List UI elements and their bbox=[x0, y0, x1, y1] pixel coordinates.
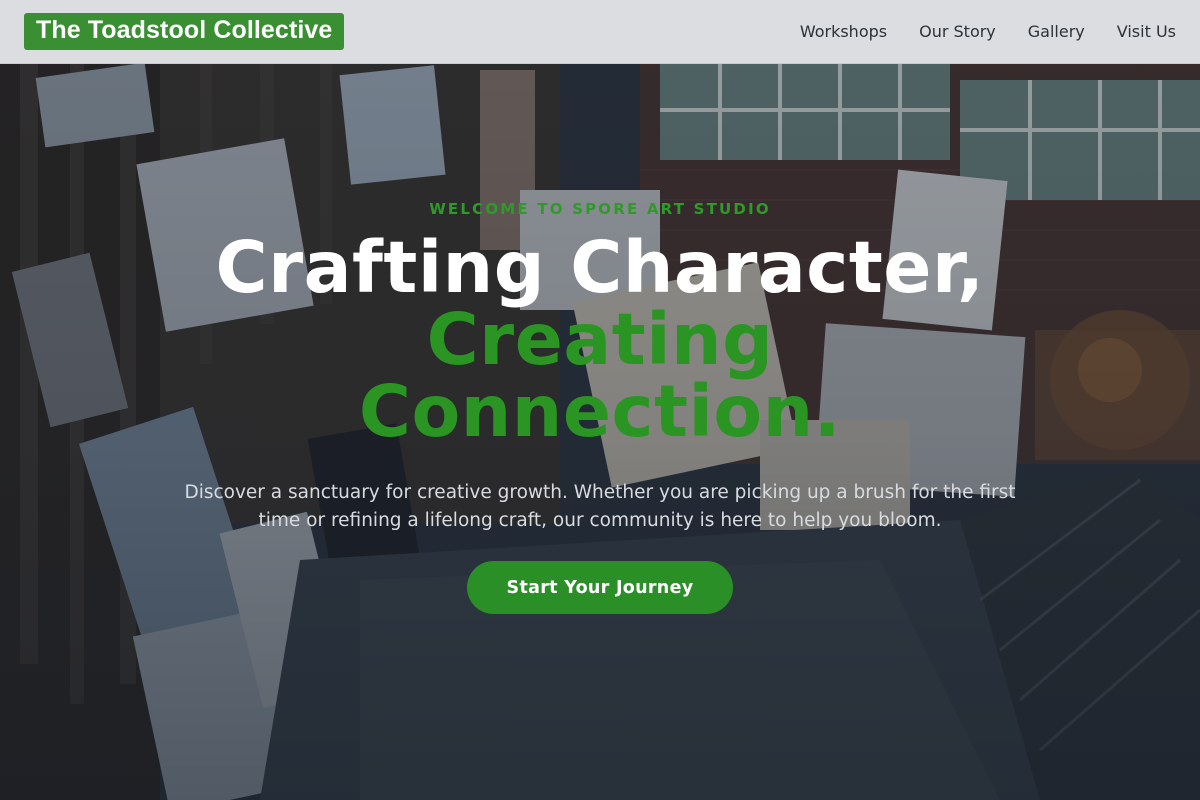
headline-line-1: Crafting Character, bbox=[215, 226, 985, 309]
start-journey-button[interactable]: Start Your Journey bbox=[467, 561, 733, 614]
hero-description: Discover a sanctuary for creative growth… bbox=[184, 482, 1016, 531]
hero-section: WELCOME TO SPORE ART STUDIO Crafting Cha… bbox=[0, 0, 1200, 800]
headline-line-2: Creating bbox=[426, 298, 774, 381]
headline-line-3: Connection. bbox=[358, 370, 842, 453]
hero-eyebrow: WELCOME TO SPORE ART STUDIO bbox=[429, 200, 771, 218]
hero-headline: Crafting Character, Creating Connection. bbox=[100, 232, 1100, 448]
